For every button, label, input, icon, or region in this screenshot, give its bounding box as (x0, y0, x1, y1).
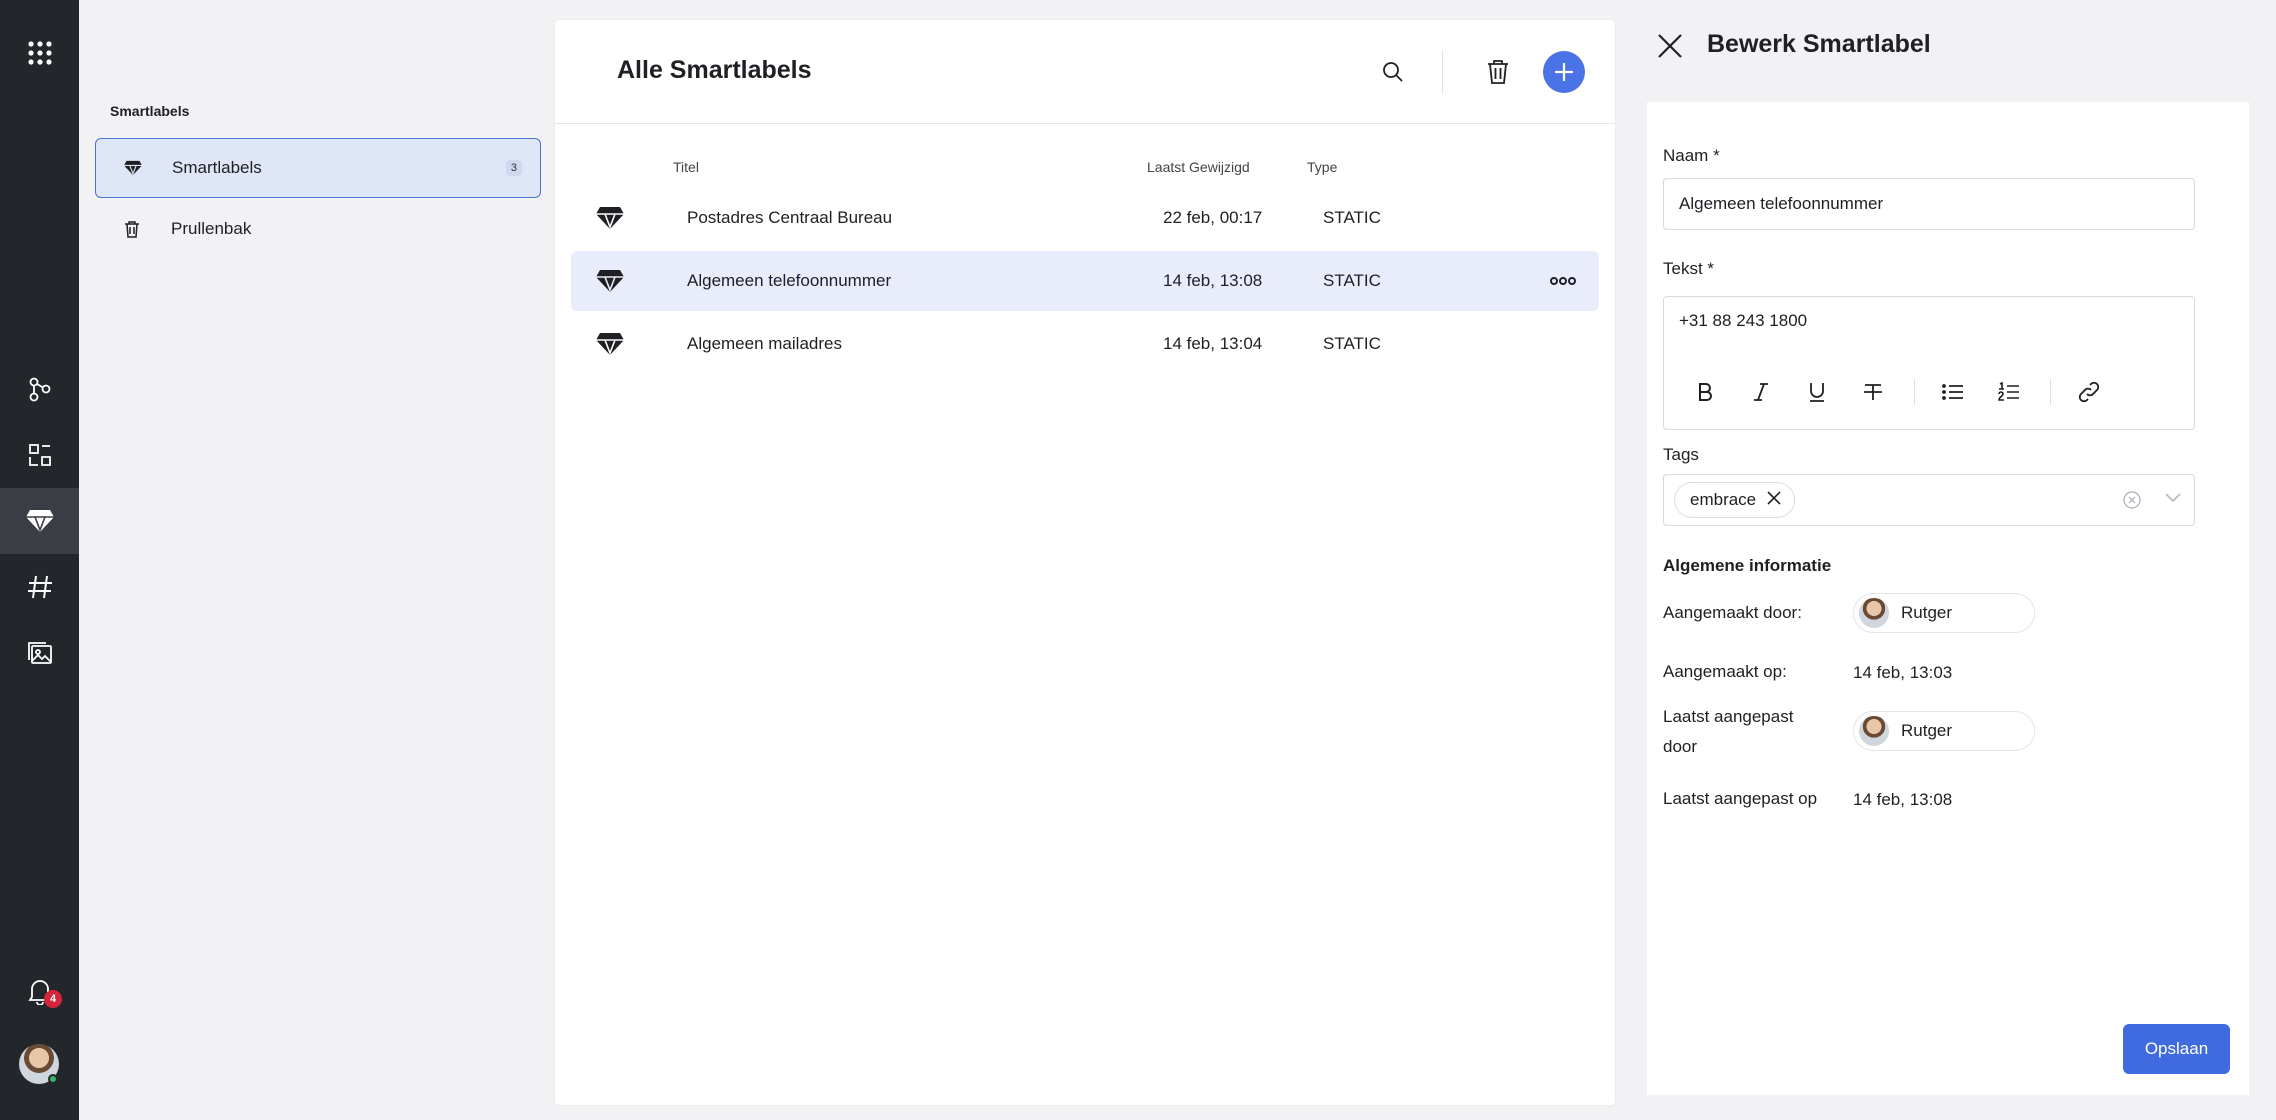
bold-icon[interactable] (1688, 375, 1722, 409)
italic-icon[interactable] (1744, 375, 1778, 409)
link-icon[interactable] (2072, 375, 2106, 409)
tag-chip: embrace (1674, 482, 1796, 518)
sidebar-item-label: Prullenbak (171, 219, 252, 238)
row-modified: 22 feb, 00:17 (1163, 208, 1263, 227)
header-divider (1442, 50, 1443, 94)
modified-on-label: Laatst aangepast op (1663, 789, 1818, 808)
search-button[interactable] (1371, 50, 1415, 94)
text-editor-content[interactable]: +31 88 243 1800 (1679, 311, 1807, 331)
name-field[interactable] (1663, 178, 2195, 230)
row-title: Algemeen mailadres (687, 334, 842, 353)
tags-label: Tags (1663, 445, 1699, 464)
smartlabel-icon[interactable] (0, 488, 79, 554)
notification-badge: 4 (44, 990, 62, 1008)
row-modified: 14 feb, 13:04 (1163, 334, 1263, 353)
secondary-sidebar: Smartlabels Smartlabels 3 Prullenbak (79, 0, 555, 1120)
media-folder-icon[interactable] (0, 620, 79, 686)
edit-panel: Naam * Tekst * +31 88 243 1800 Tags em (1647, 102, 2249, 1095)
sidebar-item-label: Smartlabels (172, 158, 262, 177)
apps-grid-icon[interactable] (0, 20, 79, 86)
row-type: STATIC (1323, 208, 1381, 227)
trash-button[interactable] (1476, 50, 1520, 94)
modified-by-name: Rutger (1901, 721, 1953, 740)
clear-icon[interactable] (2122, 490, 2142, 515)
created-on-label: Aangemaakt op: (1663, 662, 1787, 681)
online-status-dot (48, 1074, 58, 1084)
text-editor[interactable]: +31 88 243 1800 (1663, 296, 2195, 430)
row-type: STATIC (1323, 334, 1381, 353)
close-icon (1658, 34, 1682, 58)
name-label: Naam * (1663, 146, 1720, 165)
bullet-list-icon[interactable] (1936, 375, 1970, 409)
modified-by-user-chip[interactable]: Rutger (1853, 711, 2035, 751)
column-header-modified[interactable]: Laatst Gewijzigd (1147, 159, 1250, 175)
sidebar-item-prullenbak[interactable]: Prullenbak (95, 199, 541, 259)
list-header: Alle Smartlabels (555, 20, 1615, 124)
hashtag-icon[interactable] (0, 554, 79, 620)
app-rail: 4 (0, 0, 79, 1120)
save-button[interactable]: Opslaan (2123, 1024, 2230, 1074)
created-on-value: 14 feb, 13:03 (1853, 663, 1953, 682)
strikethrough-icon[interactable] (1856, 375, 1890, 409)
components-icon[interactable] (0, 422, 79, 488)
tags-select[interactable]: embrace (1663, 474, 2195, 526)
bell-icon[interactable] (0, 958, 79, 1024)
general-info-heading: Algemene informatie (1663, 556, 1832, 575)
smartlabel-icon (596, 206, 624, 235)
modified-by-label: Laatst aangepast door (1663, 707, 1794, 756)
sidebar-heading: Smartlabels (110, 103, 190, 119)
page-title: Alle Smartlabels (617, 56, 812, 84)
add-smartlabel-button[interactable] (1543, 51, 1585, 93)
edit-panel-title: Bewerk Smartlabel (1707, 30, 1931, 58)
trash-icon (1488, 60, 1508, 84)
trash-icon (117, 220, 147, 238)
text-label: Tekst * (1663, 259, 1715, 278)
toolbar-divider (1914, 379, 1915, 405)
table-row[interactable]: Postadres Centraal Bureau 22 feb, 00:17 … (571, 188, 1599, 248)
underline-icon[interactable] (1800, 375, 1834, 409)
more-options-icon[interactable] (1546, 269, 1580, 293)
row-modified: 14 feb, 13:08 (1163, 271, 1263, 290)
row-type: STATIC (1323, 271, 1381, 290)
tag-label: embrace (1690, 490, 1757, 509)
modified-on-value: 14 feb, 13:08 (1853, 790, 1953, 809)
smartlabels-list-panel: Alle Smartlabels Titel Laatst Gewijzigd … (555, 20, 1615, 1105)
count-badge: 3 (505, 160, 522, 176)
row-title: Algemeen telefoonnummer (687, 271, 892, 290)
remove-tag-icon[interactable] (1766, 490, 1782, 511)
row-title: Postadres Centraal Bureau (687, 208, 893, 227)
created-by-label: Aangemaakt door: (1663, 603, 1802, 622)
smartlabel-icon (118, 160, 148, 176)
created-by-user-chip[interactable]: Rutger (1853, 593, 2035, 633)
search-icon (1383, 62, 1403, 82)
workflow-icon[interactable] (0, 356, 79, 422)
smartlabel-icon (596, 332, 624, 361)
table-row[interactable]: Algemeen mailadres 14 feb, 13:04 STATIC (571, 314, 1599, 374)
plus-icon (1555, 63, 1573, 81)
toolbar-divider (2050, 379, 2051, 405)
avatar (1859, 598, 1889, 628)
chevron-down-icon[interactable] (2164, 491, 2182, 509)
sidebar-item-smartlabels[interactable]: Smartlabels 3 (95, 138, 541, 198)
close-button[interactable] (1652, 28, 1688, 64)
smartlabel-icon (596, 269, 624, 298)
numbered-list-icon[interactable] (1992, 375, 2026, 409)
column-header-title[interactable]: Titel (673, 159, 699, 175)
created-by-name: Rutger (1901, 603, 1953, 622)
avatar (1859, 716, 1889, 746)
column-header-type[interactable]: Type (1307, 159, 1337, 175)
table-row[interactable]: Algemeen telefoonnummer 14 feb, 13:08 ST… (571, 251, 1599, 311)
